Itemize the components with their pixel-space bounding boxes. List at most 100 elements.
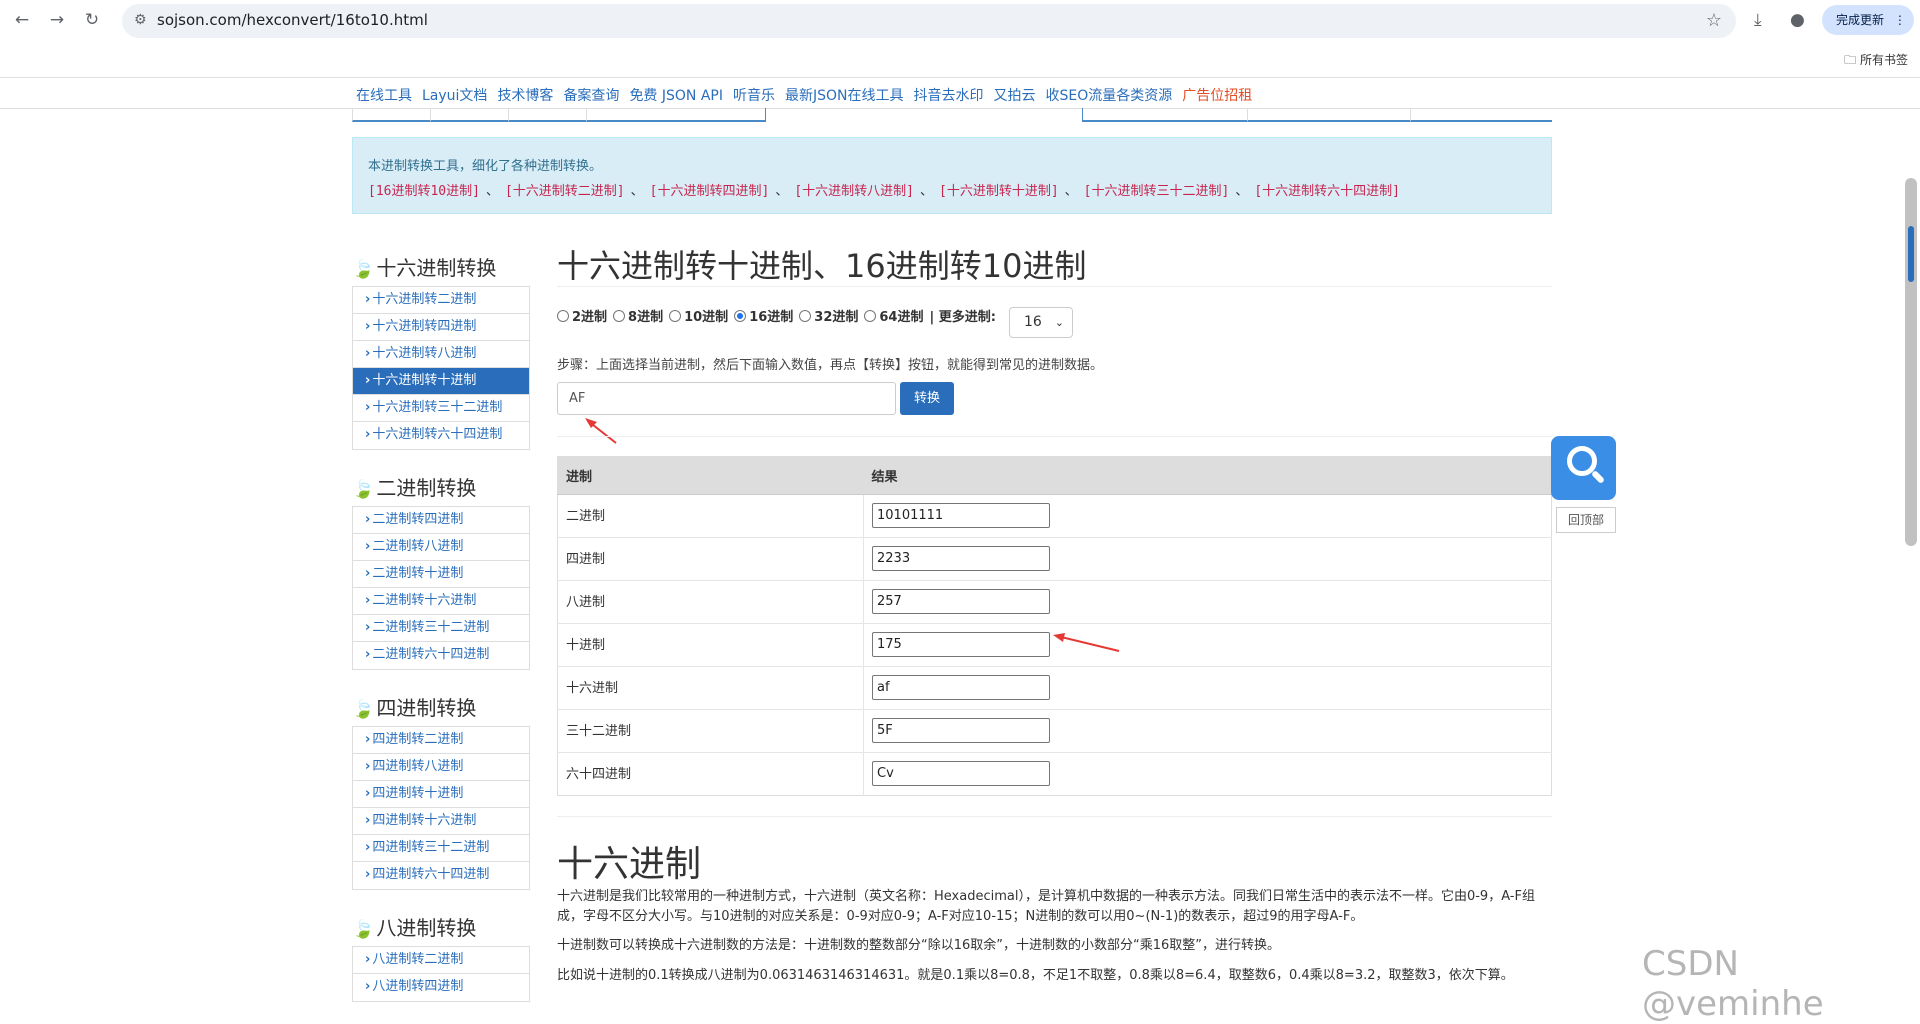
sidebar-item[interactable]: › 四进制转二进制	[353, 727, 529, 754]
table-row: 十六进制 af	[557, 666, 1552, 710]
reload-icon[interactable]: ↻	[82, 10, 102, 30]
radio-circle-icon[interactable]	[557, 310, 569, 322]
radio-circle-icon[interactable]	[669, 310, 682, 322]
sidebar-item[interactable]: › 十六进制转十进制	[353, 368, 529, 395]
base-radio[interactable]: 16进制	[734, 310, 793, 325]
radio-circle-icon[interactable]	[613, 310, 626, 322]
info-link[interactable]: [十六进制转十进制]	[939, 184, 1059, 199]
leaf-icon: 🍃	[352, 479, 375, 500]
download-icon[interactable]: ⤓	[1754, 10, 1762, 30]
all-bookmarks-button[interactable]: 🗀 所有书签	[1844, 51, 1908, 72]
result-value-field[interactable]: af	[872, 675, 1050, 700]
top-nav-link[interactable]: 免费 JSON API	[629, 88, 723, 104]
sidebar-item[interactable]: › 二进制转六十四进制	[353, 642, 529, 669]
sidebar-item[interactable]: › 十六进制转四进制	[353, 314, 529, 341]
leaf-icon: 🍃	[352, 699, 375, 720]
info-link[interactable]: [十六进制转六十四进制]	[1254, 184, 1400, 199]
base-name-cell: 六十四进制	[557, 752, 864, 796]
radio-circle-icon[interactable]	[799, 310, 812, 322]
chevron-right-icon: ›	[365, 786, 371, 801]
base-radio[interactable]: 10进制	[669, 310, 728, 325]
top-nav-links: 在线工具 Layui文档 技术博客 备案查询 免费 JSON API 听音乐 最新JSON在…	[356, 85, 1262, 105]
chevron-right-icon: ›	[365, 373, 371, 388]
chevron-right-icon: ›	[365, 566, 371, 581]
bookmark-star-icon[interactable]: ☆	[1706, 10, 1722, 31]
sidebar-item[interactable]: › 十六进制转二进制	[353, 287, 529, 314]
result-value-field[interactable]: 2233	[872, 546, 1050, 571]
top-nav-link[interactable]: 最新JSON在线工具	[785, 88, 904, 104]
sidebar-group-title: 🍃 十六进制转换	[352, 256, 497, 280]
scrollbar-thumb[interactable]	[1908, 226, 1914, 282]
top-nav-link[interactable]: Layui文档	[422, 88, 487, 104]
result-value-field[interactable]: 5F	[872, 718, 1050, 743]
info-link[interactable]: [16进制转10进制]	[368, 184, 480, 199]
sidebar-item[interactable]: › 四进制转八进制	[353, 754, 529, 781]
base-radio[interactable]: 8进制	[613, 310, 663, 325]
sidebar-item[interactable]: › 十六进制转六十四进制	[353, 422, 529, 449]
sidebar-item[interactable]: › 二进制转三十二进制	[353, 615, 529, 642]
floating-search-button[interactable]	[1551, 436, 1616, 500]
sidebar-list: › 二进制转四进制 › 二进制转八进制 › 二进制转十进制 › 二进制转十六进制 › 二进制转三十…	[352, 506, 530, 670]
result-value-field[interactable]: 257	[872, 589, 1050, 614]
col-header-result: 结果	[863, 456, 1552, 495]
top-nav-link[interactable]: 听音乐	[733, 88, 775, 104]
chevron-right-icon: ›	[365, 952, 371, 967]
more-base-select[interactable]: 16 ⌄	[1009, 307, 1073, 338]
base-radio[interactable]: 32进制	[799, 310, 858, 325]
sidebar-item[interactable]: › 八进制转二进制	[353, 947, 529, 974]
top-nav-link[interactable]: 抖音去水印	[914, 88, 984, 104]
result-value-field[interactable]: Cv	[872, 761, 1050, 786]
back-to-top-button[interactable]: 回顶部	[1556, 507, 1616, 533]
sidebar-item[interactable]: › 二进制转十六进制	[353, 588, 529, 615]
base-radio-group: 2进制 8进制 10进制 16进制 32进制 64进制 | 更多进制:	[557, 306, 996, 325]
info-intro: 本进制转换工具，细化了各种进制转换。	[368, 159, 603, 174]
top-nav-link[interactable]: 在线工具	[356, 88, 412, 104]
base-radio[interactable]: 64进制	[864, 310, 923, 325]
sidebar-item[interactable]: › 四进制转十六进制	[353, 808, 529, 835]
top-nav-link[interactable]: 又拍云	[994, 88, 1036, 104]
base-radio[interactable]: 2进制	[557, 310, 607, 325]
info-link-separator: 、	[1064, 184, 1078, 199]
sidebar-group-title: 🍃 二进制转换	[352, 476, 477, 500]
chevron-right-icon: ›	[365, 292, 371, 307]
table-row: 二进制 10101111	[557, 494, 1552, 538]
sidebar: 🍃 十六进制转换 › 十六进制转二进制 › 十六进制转四进制 › 十六进制转八进制 › 十六进制转…	[352, 250, 530, 1022]
sidebar-item[interactable]: › 二进制转十进制	[353, 561, 529, 588]
profile-icon[interactable]: ●	[1790, 10, 1805, 30]
sidebar-item[interactable]: › 四进制转十进制	[353, 781, 529, 808]
address-bar[interactable]: ⚙ sojson.com/hexconvert/16to10.html ☆	[122, 4, 1736, 38]
title-divider	[557, 286, 1552, 287]
result-value-field[interactable]: 10101111	[872, 503, 1050, 528]
sidebar-item[interactable]: › 四进制转六十四进制	[353, 862, 529, 889]
top-nav-ad-link[interactable]: 广告位招租	[1182, 88, 1252, 104]
folder-icon: 🗀	[1844, 53, 1857, 67]
sidebar-item[interactable]: › 二进制转八进制	[353, 534, 529, 561]
sidebar-item[interactable]: › 十六进制转三十二进制	[353, 395, 529, 422]
result-table: 进制 结果 二进制 10101111 四进制 2233 八进制 257 十进制 175 十六进制…	[557, 456, 1552, 796]
top-nav-link[interactable]: 收SEO流量各类资源	[1046, 88, 1173, 104]
info-link[interactable]: [十六进制转三十二进制]	[1084, 184, 1230, 199]
info-link[interactable]: [十六进制转四进制]	[650, 184, 770, 199]
base-name-cell: 八进制	[557, 580, 864, 624]
radio-circle-icon[interactable]	[864, 310, 877, 322]
top-nav-link[interactable]: 备案查询	[563, 88, 619, 104]
sidebar-item[interactable]: › 十六进制转八进制	[353, 341, 529, 368]
result-value-field[interactable]: 175	[872, 632, 1050, 657]
info-link[interactable]: [十六进制转二进制]	[505, 184, 625, 199]
info-alert: 本进制转换工具，细化了各种进制转换。 [16进制转10进制] 、 [十六进制转二进制…	[352, 137, 1552, 214]
chevron-right-icon: ›	[365, 979, 371, 994]
info-link[interactable]: [十六进制转八进制]	[794, 184, 914, 199]
site-info-icon[interactable]: ⚙	[134, 12, 147, 28]
back-arrow-icon[interactable]: ←	[12, 10, 32, 30]
update-button[interactable]: 完成更新 ⋮	[1822, 5, 1914, 35]
radio-circle-icon[interactable]	[734, 310, 747, 322]
convert-button[interactable]: 转换	[900, 382, 954, 415]
chevron-right-icon: ›	[365, 620, 371, 635]
forward-arrow-icon[interactable]: →	[47, 10, 67, 30]
hex-input[interactable]: AF	[557, 382, 896, 415]
sidebar-item[interactable]: › 四进制转三十二进制	[353, 835, 529, 862]
url-text[interactable]: sojson.com/hexconvert/16to10.html	[157, 11, 428, 29]
sidebar-group-title: 🍃 四进制转换	[352, 696, 477, 720]
top-nav-link[interactable]: 技术博客	[497, 88, 553, 104]
sidebar-item[interactable]: › 二进制转四进制	[353, 507, 529, 534]
